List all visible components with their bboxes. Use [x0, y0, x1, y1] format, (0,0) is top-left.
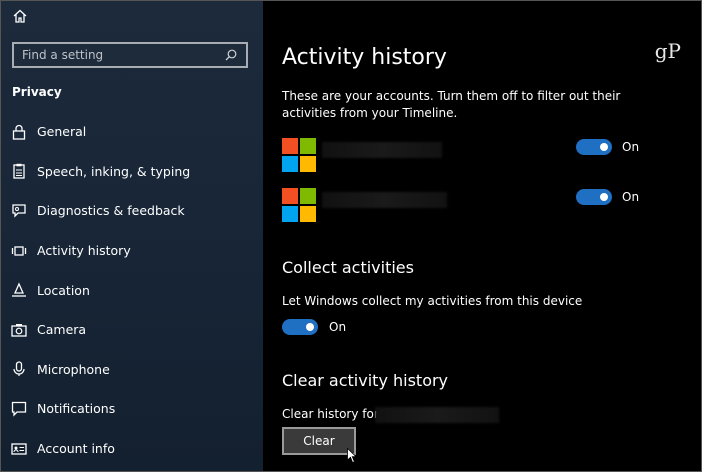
account-toggle[interactable]: [576, 189, 612, 205]
accounts-description: These are your accounts. Turn them off t…: [282, 89, 621, 120]
collect-activities-text: Let Windows collect my activities from t…: [282, 294, 583, 308]
microsoft-logo-icon: [282, 188, 316, 222]
sidebar-item-speech[interactable]: Speech, inking, & typing: [1, 152, 263, 192]
lock-icon: [11, 124, 27, 140]
sidebar-item-label: Account info: [37, 441, 115, 457]
redacted-account-name: [322, 142, 442, 158]
sidebar-item-label: Speech, inking, & typing: [37, 163, 191, 179]
sidebar-item-label: Microphone: [37, 361, 110, 377]
sidebar-item-notifications[interactable]: Notifications: [1, 389, 263, 429]
clear-button[interactable]: Clear: [282, 427, 356, 455]
sidebar-item-label: Notifications: [37, 401, 116, 417]
collect-activities-heading: Collect activities: [282, 258, 414, 277]
activity-icon: [11, 243, 27, 259]
sidebar-item-label: Activity history: [37, 243, 131, 259]
sidebar: Privacy General Speech, inking, & typing…: [1, 1, 263, 471]
home-button[interactable]: [11, 7, 29, 25]
sidebar-item-microphone[interactable]: Microphone: [1, 350, 263, 390]
redacted-account-name: [375, 407, 499, 423]
main-content: gP Activity history These are your accou…: [263, 1, 701, 471]
redacted-account-name: [322, 192, 447, 208]
page-title: Activity history: [282, 45, 447, 70]
microsoft-logo-icon: [282, 138, 316, 172]
search-icon[interactable]: [224, 48, 238, 62]
account-row: On: [282, 188, 682, 222]
clear-history-heading: Clear activity history: [282, 371, 449, 390]
sidebar-item-account-info[interactable]: Account info: [1, 429, 263, 469]
microphone-icon: [11, 361, 27, 377]
sidebar-item-label: Diagnostics & feedback: [37, 203, 185, 219]
search-input[interactable]: [22, 48, 224, 62]
settings-window: Privacy General Speech, inking, & typing…: [0, 0, 702, 472]
section-label-privacy: Privacy: [12, 85, 62, 99]
sidebar-item-label: General: [37, 124, 87, 140]
home-icon: [13, 9, 27, 23]
search-box[interactable]: [12, 42, 248, 68]
account-toggle[interactable]: [576, 139, 612, 155]
collect-activities-toggle[interactable]: [282, 319, 318, 335]
location-icon: [11, 282, 27, 298]
toggle-state-label: On: [622, 190, 640, 204]
sidebar-item-camera[interactable]: Camera: [1, 310, 263, 350]
sidebar-item-diagnostics[interactable]: Diagnostics & feedback: [1, 191, 263, 231]
sidebar-nav: General Speech, inking, & typing Diagnos…: [1, 112, 263, 468]
feedback-icon: [11, 203, 27, 219]
sidebar-item-activity-history[interactable]: Activity history: [1, 231, 263, 271]
account-info-icon: [11, 441, 27, 457]
toggle-state-label: On: [622, 140, 640, 154]
sidebar-item-label: Camera: [37, 322, 87, 338]
clipboard-icon: [11, 163, 27, 180]
camera-icon: [11, 322, 27, 338]
clear-history-text: Clear history for: [282, 407, 379, 421]
mouse-cursor-icon: [347, 448, 357, 464]
sidebar-item-general[interactable]: General: [1, 112, 263, 152]
account-row: On: [282, 138, 682, 172]
sidebar-item-location[interactable]: Location: [1, 270, 263, 310]
notifications-icon: [11, 401, 27, 417]
sidebar-item-label: Location: [37, 282, 90, 298]
watermark-logo: gP: [654, 39, 681, 63]
toggle-state-label: On: [329, 320, 347, 334]
